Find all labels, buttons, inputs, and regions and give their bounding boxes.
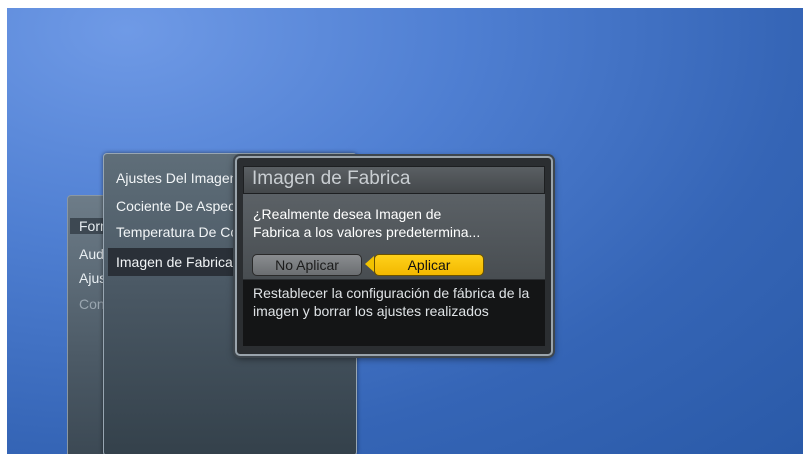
selection-arrow-icon xyxy=(365,256,374,272)
dialog-titlebar: Imagen de Fabrica xyxy=(243,166,545,194)
picture-menu-item-imagen-fabrica[interactable]: Imagen de Fabrica xyxy=(108,248,246,276)
aplicar-button[interactable]: Aplicar xyxy=(374,254,484,276)
dialog-question-line2: Fabrica a los valores predetermina... xyxy=(253,224,481,240)
picture-menu-label: Ajustes Del Imagen xyxy=(116,170,238,186)
dialog-title: Imagen de Fabrica xyxy=(252,168,411,189)
dialog-question-line1: ¿Realmente desea Imagen de xyxy=(253,206,442,222)
factory-reset-dialog: Imagen de Fabrica ¿Realmente desea Image… xyxy=(235,156,553,356)
picture-menu-item-cociente[interactable]: Cociente De Aspecto xyxy=(116,198,247,214)
dialog-help-text: Restablecer la configuración de fábrica … xyxy=(253,285,530,319)
picture-menu-item-ajustes[interactable]: Ajustes Del Imagen xyxy=(116,170,237,186)
picture-menu-label: Cociente De Aspecto xyxy=(116,198,247,214)
tv-screen: Formato de Entrada Audio Ajuste Imagen C… xyxy=(7,8,803,454)
no-aplicar-button[interactable]: No Aplicar xyxy=(252,254,362,276)
dialog-body: ¿Realmente desea Imagen de Fabrica a los… xyxy=(243,194,545,279)
dialog-help-area: Restablecer la configuración de fábrica … xyxy=(243,280,545,346)
picture-menu-label: Temperatura De Color xyxy=(116,224,254,240)
picture-menu-label: Imagen de Fabrica xyxy=(116,254,233,270)
picture-menu-item-temperatura[interactable]: Temperatura De Color xyxy=(116,224,254,240)
